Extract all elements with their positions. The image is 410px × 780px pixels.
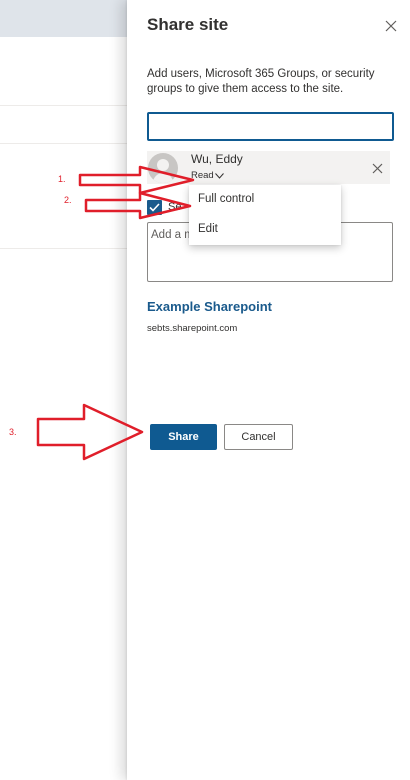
annotation-label-3: 3. xyxy=(9,427,17,437)
menu-item-full-control[interactable]: Full control xyxy=(189,185,341,215)
permission-menu: Full control Edit xyxy=(189,185,341,245)
background-header xyxy=(0,0,127,37)
close-icon xyxy=(372,163,382,173)
checkmark-icon xyxy=(149,203,160,212)
send-email-checkbox[interactable] xyxy=(147,200,162,215)
annotation-label-2: 2. xyxy=(64,195,72,205)
permission-dropdown[interactable]: Read xyxy=(191,170,224,181)
background-page xyxy=(0,0,127,780)
site-name-link[interactable]: Example Sharepoint xyxy=(147,299,272,314)
people-picker-input[interactable] xyxy=(147,112,394,141)
send-email-label: Se xyxy=(168,201,182,213)
chevron-down-icon xyxy=(214,172,224,179)
annotation-label-1: 1. xyxy=(58,174,66,184)
menu-item-edit[interactable]: Edit xyxy=(189,215,341,245)
remove-user-button[interactable] xyxy=(370,161,384,175)
user-name: Wu, Eddy xyxy=(191,152,243,166)
panel-description: Add users, Microsoft 365 Groups, or secu… xyxy=(147,68,375,95)
share-button[interactable]: Share xyxy=(150,424,217,450)
background-divider xyxy=(0,105,127,106)
background-divider xyxy=(0,143,127,144)
share-site-panel: Share site Add users, Microsoft 365 Grou… xyxy=(127,0,410,780)
panel-title: Share site xyxy=(147,15,229,34)
close-button[interactable] xyxy=(383,18,399,34)
background-divider xyxy=(0,248,127,249)
selected-user-chip: Wu, Eddy Read xyxy=(147,151,390,184)
person-icon xyxy=(157,159,169,171)
avatar xyxy=(148,153,178,183)
site-url: sebts.sharepoint.com xyxy=(147,323,238,334)
cancel-button[interactable]: Cancel xyxy=(224,424,293,450)
menu-item-label: Edit xyxy=(198,223,218,235)
menu-item-label: Full control xyxy=(198,193,255,205)
close-icon xyxy=(385,20,397,32)
permission-label: Read xyxy=(191,170,214,181)
